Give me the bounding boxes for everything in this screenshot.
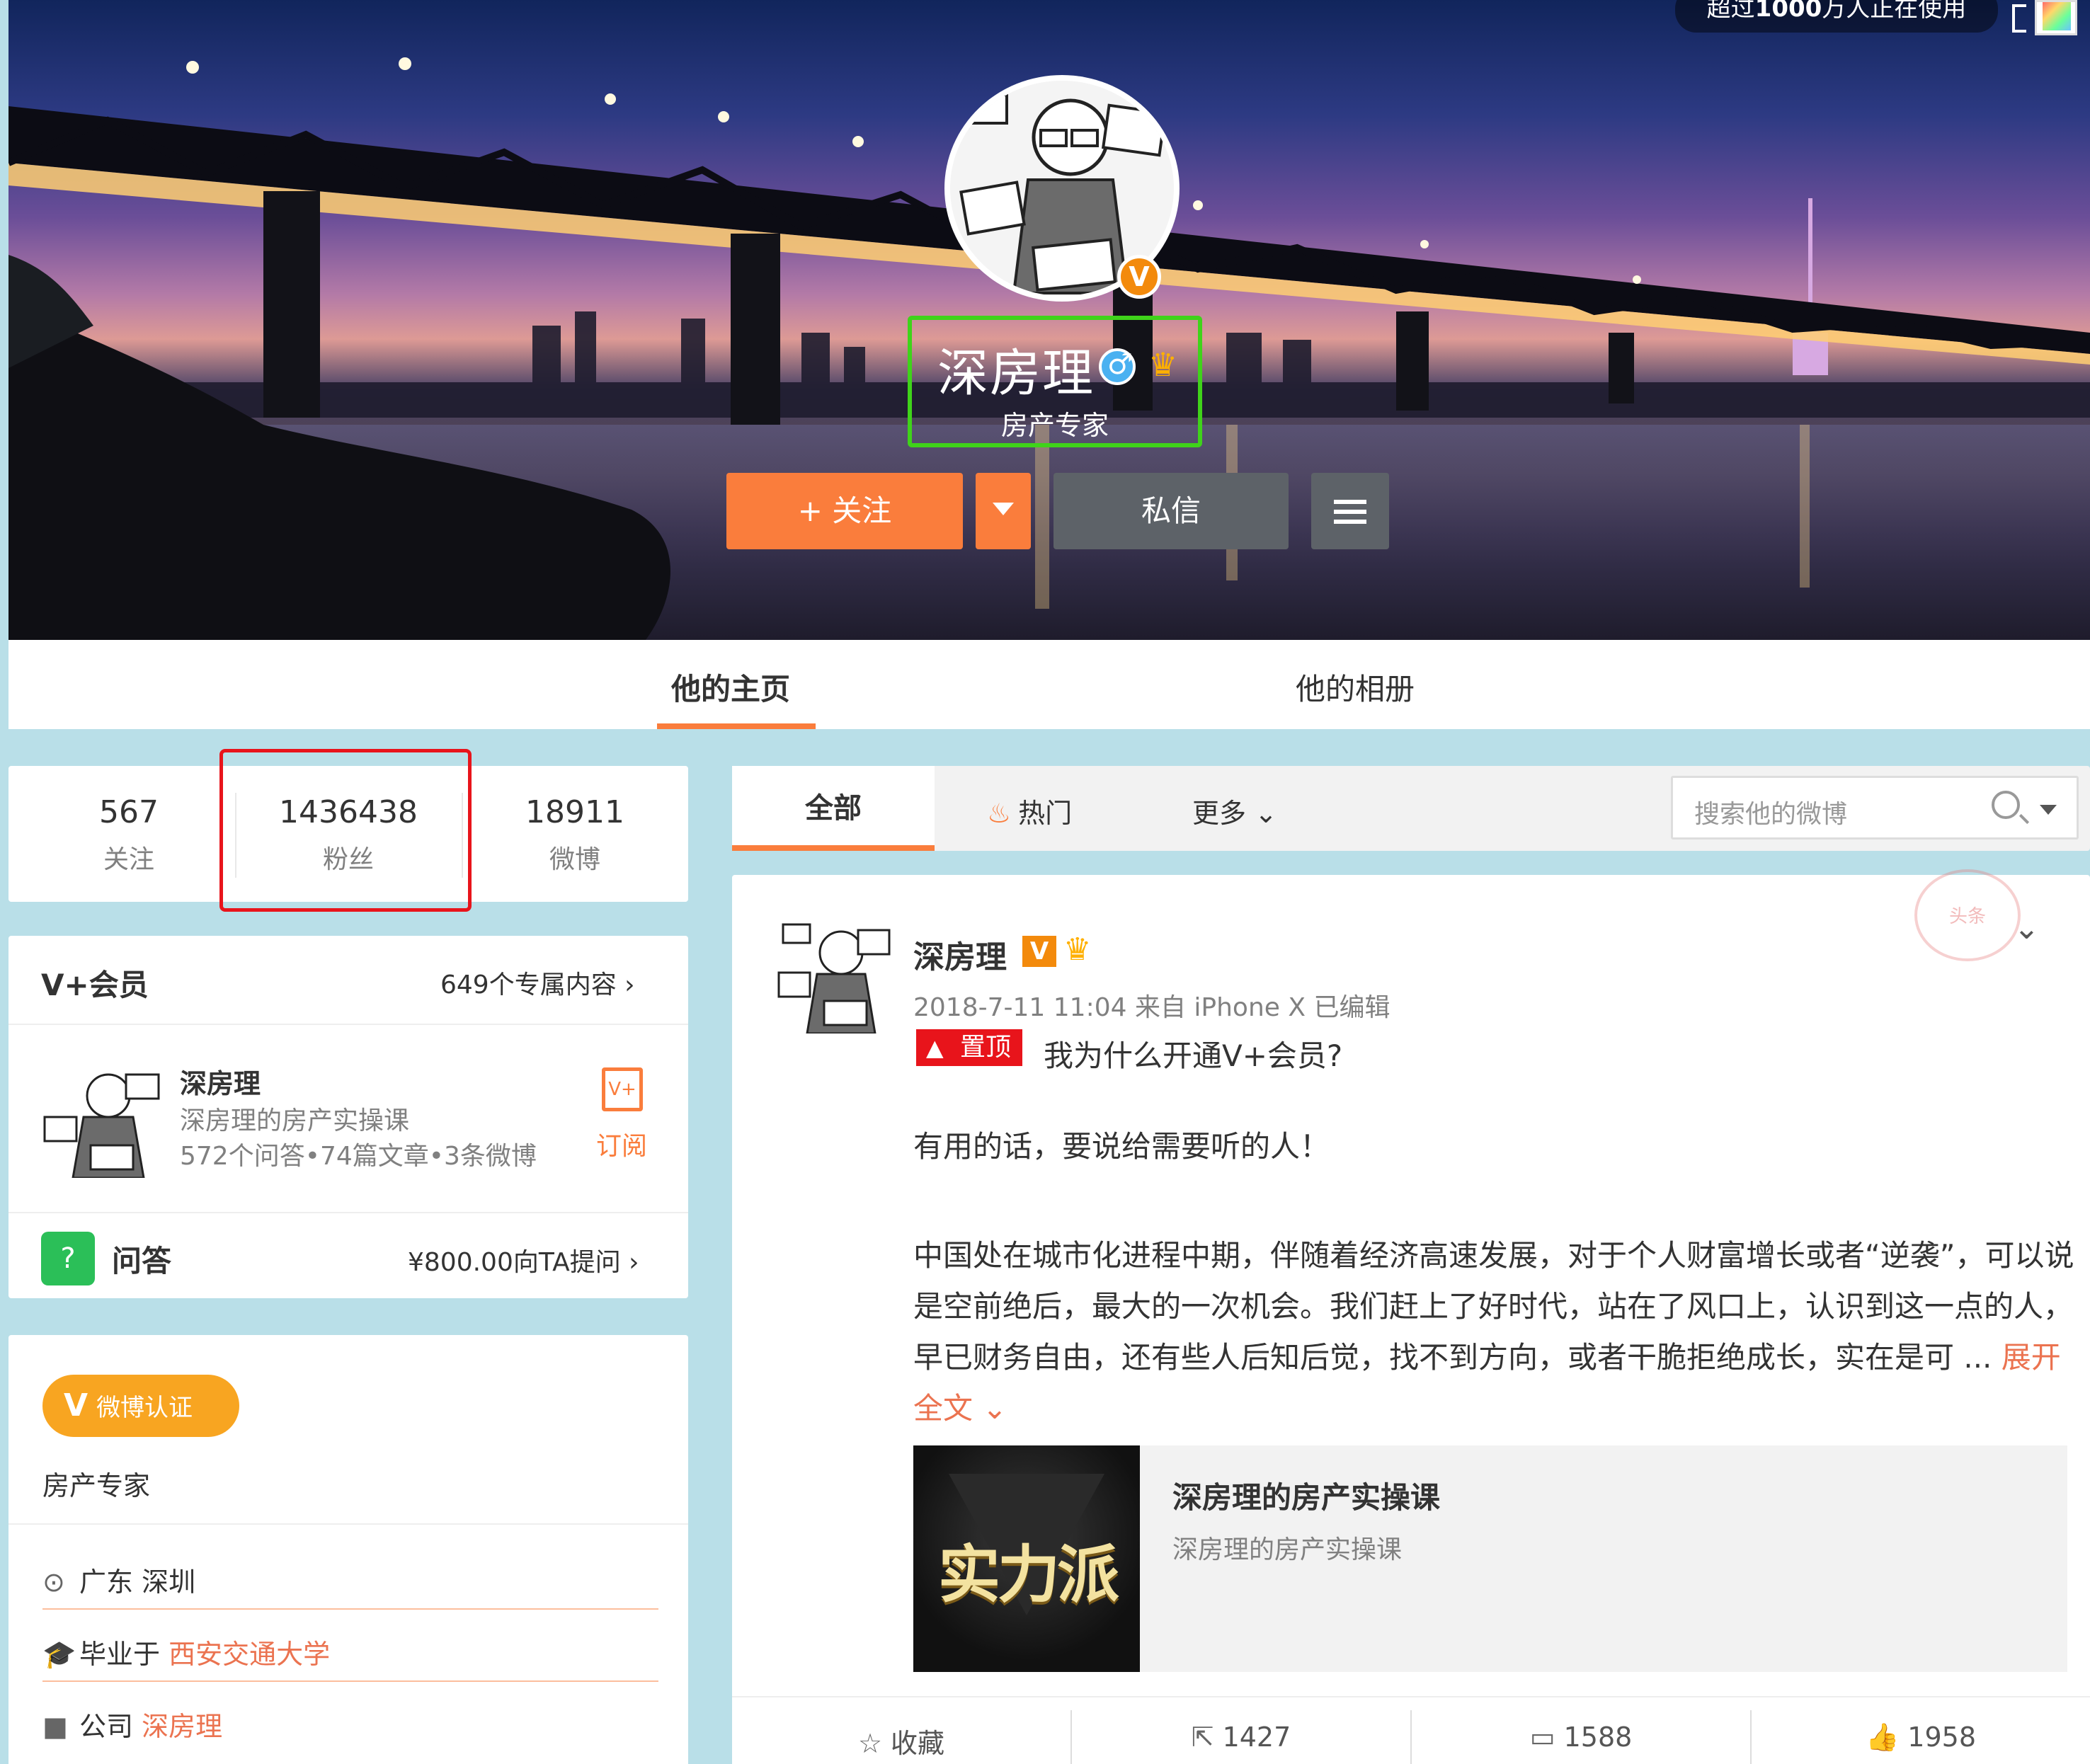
share-icon: ⇱	[1191, 1722, 1214, 1753]
chevron-down-icon[interactable]: ⌄	[2014, 910, 2040, 946]
post-timestamp[interactable]: 2018-7-11 11:04 来自 iPhone X 已编辑	[913, 987, 1390, 1024]
divider	[732, 1696, 2090, 1697]
divider	[8, 1523, 688, 1525]
menu-icon-bar	[1334, 510, 1366, 514]
menu-icon-bar	[1334, 520, 1366, 524]
post-author-avatar[interactable]	[776, 917, 892, 1033]
message-button[interactable]: 私信	[1053, 473, 1289, 549]
verified-v-icon: V	[1022, 936, 1056, 967]
filter-all-tab[interactable]: 全部	[732, 766, 935, 851]
fire-icon: ♨	[987, 798, 1012, 829]
subscribe-button[interactable]: 订阅	[596, 1126, 647, 1162]
vip-title: V+会员	[41, 968, 149, 1002]
cartoon-avatar-illustration	[43, 1073, 160, 1178]
vip-author-name[interactable]: 深房理	[180, 1062, 261, 1101]
company-link[interactable]: 深房理	[142, 1711, 222, 1742]
profile-name-highlight: 深房理 ♛ 房产专家	[908, 316, 1202, 447]
vip-course-meta: 572个问答•74篇文章•3条微博	[180, 1142, 537, 1171]
weibo-verified-badge[interactable]: V 微博认证	[42, 1375, 239, 1437]
star-icon: ☆	[857, 1728, 883, 1759]
headline-stamp-icon: 头条	[1914, 869, 2021, 961]
profile-info-card: V 微博认证 房产专家 ⊙ 广东 深圳 🎓 毕业于 西安交通大学 ■ 公司 深房理	[8, 1335, 688, 1764]
more-menu-button[interactable]	[1311, 473, 1389, 549]
post-author-name[interactable]: 深房理	[913, 932, 1007, 977]
vip-exclusive-link[interactable]: 649个专属内容 ›	[440, 964, 635, 1001]
feed-filter-bar: 全部 ♨ 热门 更多 ⌄ 搜索他的微博	[732, 766, 2090, 851]
filter-more-dropdown[interactable]: 更多 ⌄	[1192, 791, 1277, 830]
repost-button[interactable]: ⇱ 1427	[1072, 1722, 1410, 1753]
profile-name: 深房理	[937, 343, 1095, 403]
location-row: ⊙ 广东 深圳	[42, 1567, 196, 1598]
app-icon[interactable]	[2035, 0, 2077, 35]
divider	[42, 1608, 658, 1610]
feed-post: 头条 ⌄ 深房理 V ♛ 2018-7-11 11:04 来自 iPhone X…	[732, 869, 2090, 1764]
favorite-button[interactable]: ☆ 收藏	[732, 1722, 1070, 1760]
vip-card: V+会员 649个专属内容 › 深房理 深房理的房产实操课 572个问答•74篇…	[8, 936, 688, 1298]
school-link[interactable]: 西安交通大学	[169, 1639, 330, 1670]
vip-crown-icon: ♛	[1063, 932, 1092, 968]
search-dropdown-icon[interactable]	[2040, 805, 2057, 815]
course-cover-text: 实力派	[937, 1538, 1119, 1611]
active-tab-indicator	[657, 723, 816, 729]
verified-description: 房产专家	[42, 1470, 151, 1501]
stat-following[interactable]: 567 关注	[23, 794, 235, 876]
divider	[42, 1680, 658, 1682]
briefcase-icon: ■	[42, 1711, 68, 1742]
profile-subtitle: 房产专家	[1000, 410, 1109, 441]
location-pin-icon: ⊙	[42, 1567, 65, 1598]
verified-v-icon: V	[1117, 255, 1161, 299]
course-subtitle: 深房理的房产实操课	[1172, 1535, 1403, 1564]
stat-posts[interactable]: 18911 微博	[469, 794, 681, 876]
active-filter-indicator	[732, 845, 935, 851]
company-row: ■ 公司 深房理	[42, 1711, 223, 1742]
post-title: 我为什么开通V+会员?	[1044, 1038, 1343, 1073]
search-input[interactable]: 搜索他的微博	[1694, 794, 1847, 830]
promo-pill[interactable]: 超过1000万人正在使用	[1675, 0, 1998, 33]
bracket-icon	[2012, 4, 2026, 33]
tab-home[interactable]: 他的主页	[671, 665, 790, 709]
subscribe-icon[interactable]: V+	[602, 1067, 643, 1111]
education-row: 🎓 毕业于 西安交通大学	[42, 1639, 331, 1670]
verified-v-icon: V	[64, 1387, 88, 1424]
graduation-cap-icon: 🎓	[42, 1639, 76, 1670]
post-text-body: 中国处在城市化进程中期，伴随着经济高速发展，对于个人财富增长或者“逆袭”，可以说…	[913, 1238, 2074, 1426]
pinned-badge: 置顶	[916, 1029, 1022, 1066]
tab-album[interactable]: 他的相册	[1296, 665, 1415, 709]
comment-button[interactable]: ▭ 1588	[1412, 1722, 1750, 1753]
follow-dropdown-button[interactable]	[976, 473, 1031, 549]
filter-hot-tab[interactable]: ♨ 热门	[987, 791, 1072, 830]
male-gender-icon	[1099, 348, 1136, 385]
post-text-line: 有用的话，要说给需要听的人！	[913, 1129, 1330, 1164]
comment-icon: ▭	[1529, 1722, 1555, 1753]
qa-title: 问答	[112, 1244, 172, 1278]
divider	[8, 1212, 688, 1213]
divider	[8, 1024, 688, 1025]
ask-question-link[interactable]: ¥800.00向TA提问 ›	[408, 1242, 639, 1278]
like-button[interactable]: 👍 1958	[1752, 1722, 2090, 1753]
followers-highlight	[219, 749, 472, 912]
vip-author-avatar[interactable]	[41, 1060, 161, 1178]
profile-tab-bar: 他的主页 他的相册	[8, 640, 2090, 729]
follow-button[interactable]: + 关注	[726, 473, 963, 549]
vip-crown-icon: ♛	[1148, 345, 1178, 384]
menu-icon-bar	[1334, 500, 1366, 504]
cartoon-avatar-illustration	[777, 923, 891, 1033]
course-title: 深房理的房产实操课	[1172, 1480, 1441, 1515]
course-cover-image: 实力派	[913, 1445, 1140, 1672]
search-box[interactable]: 搜索他的微博	[1671, 776, 2079, 840]
vip-course-name[interactable]: 深房理的房产实操课	[180, 1100, 409, 1137]
search-icon[interactable]	[1992, 791, 2020, 819]
cover-image: 超过1000万人正在使用 V 深房理 ♛ 房产专家 + 关注 私信	[8, 0, 2090, 640]
course-card[interactable]: 实力派 深房理的房产实操课 深房理的房产实操课	[913, 1445, 2067, 1672]
thumbs-up-icon: 👍	[1865, 1722, 1900, 1753]
qa-icon: ?	[41, 1232, 95, 1285]
